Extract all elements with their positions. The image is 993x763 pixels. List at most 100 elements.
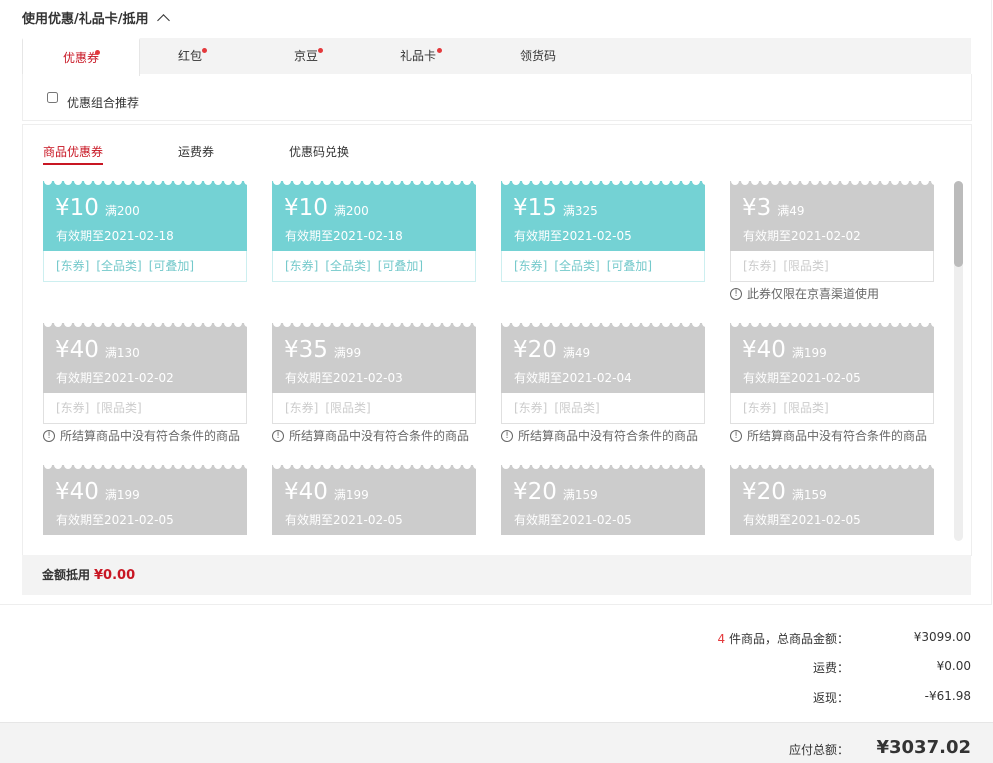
coupon-amount-line: ¥10 满200 bbox=[55, 195, 140, 224]
coupon-expiry: 有效期至2021-02-18 bbox=[285, 229, 403, 243]
ticket-edge-icon bbox=[273, 465, 476, 469]
coupon-tag: [东券] bbox=[743, 401, 777, 415]
coupon-face: ¥35 满99 有效期至2021-02-03 bbox=[272, 323, 476, 393]
tab-label: 红包 bbox=[177, 49, 202, 63]
goods-count-text: 4 件商品，总商品金额： bbox=[718, 630, 849, 647]
coupon-face: ¥3 满49 有效期至2021-02-02 bbox=[730, 181, 934, 251]
coupon-tip-text: 此券仅限在京喜渠道使用 bbox=[747, 287, 880, 301]
subtab-code-redeem[interactable]: 优惠码兑换 bbox=[289, 143, 349, 163]
tab-pickup-code[interactable]: 领货码 bbox=[486, 38, 590, 74]
coupon-condition: 满199 bbox=[104, 488, 140, 502]
coupon-amount: ¥35 bbox=[284, 337, 328, 363]
coupon-tag: [全品类] bbox=[554, 259, 600, 273]
shipping-amount: ¥0.00 bbox=[936, 659, 971, 673]
ticket-edge-icon bbox=[44, 465, 247, 469]
coupon-tags: [东券] [限品类] bbox=[730, 251, 934, 282]
coupon-expiry: 有效期至2021-02-05 bbox=[56, 513, 174, 527]
coupon-panel: 使用优惠/礼品卡/抵用 优惠券 红包 京豆 礼品卡 领货码 优惠组合推荐 商品优… bbox=[0, 0, 992, 605]
coupon-amount-line: ¥15 满325 bbox=[513, 195, 598, 224]
summary-shipping-row: 运费： ¥0.00 bbox=[611, 659, 971, 679]
tab-bar: 优惠券 红包 京豆 礼品卡 领货码 bbox=[22, 38, 971, 76]
coupon-amount-line: ¥10 满200 bbox=[284, 195, 369, 224]
coupon-card: ¥20 满159 有效期至2021-02-05 bbox=[501, 465, 705, 535]
combo-recommend-label: 优惠组合推荐 bbox=[67, 96, 140, 110]
coupon-amount: ¥40 bbox=[55, 479, 99, 505]
coupon-face: ¥40 满199 有效期至2021-02-05 bbox=[272, 465, 476, 535]
amount-deduction-bar: 金额抵用 ¥0.00 bbox=[22, 555, 971, 595]
goods-count-label: 件商品，总商品金额： bbox=[728, 632, 849, 646]
coupon-amount: ¥20 bbox=[513, 479, 557, 505]
tab-label: 礼品卡 bbox=[399, 49, 436, 63]
coupon-condition: 满49 bbox=[777, 204, 805, 218]
coupon-condition: 满200 bbox=[333, 204, 369, 218]
coupon-amount: ¥15 bbox=[513, 195, 557, 221]
tab-red-packets[interactable]: 红包 bbox=[138, 38, 242, 74]
coupon-condition: 满159 bbox=[562, 488, 598, 502]
ticket-edge-icon bbox=[502, 323, 705, 327]
summary-rebate-row: 返现： -¥61.98 bbox=[611, 689, 971, 709]
subtab-product-coupons[interactable]: 商品优惠券 bbox=[43, 143, 104, 165]
coupon-tag: [东券] bbox=[285, 259, 319, 273]
coupon-amount: ¥40 bbox=[284, 479, 328, 505]
tab-coupons[interactable]: 优惠券 bbox=[22, 38, 140, 76]
ticket-edge-icon bbox=[502, 465, 705, 469]
coupon-condition: 满200 bbox=[104, 204, 140, 218]
coupon-condition: 满325 bbox=[562, 204, 598, 218]
deduct-value: ¥0.00 bbox=[94, 568, 136, 583]
coupon-amount: ¥10 bbox=[284, 195, 328, 221]
coupon-face: ¥20 满159 有效期至2021-02-05 bbox=[501, 465, 705, 535]
info-icon: ! bbox=[43, 429, 55, 442]
summary-goods-row: 4 件商品，总商品金额： ¥3099.00 bbox=[611, 630, 971, 650]
coupon-expiry: 有效期至2021-02-04 bbox=[514, 371, 632, 385]
ticket-edge-icon bbox=[731, 465, 934, 469]
coupon-condition: 满199 bbox=[333, 488, 369, 502]
coupon-expiry: 有效期至2021-02-05 bbox=[743, 513, 861, 527]
coupon-expiry: 有效期至2021-02-03 bbox=[285, 371, 403, 385]
coupon-tag: [东券] bbox=[56, 401, 90, 415]
scrollbar-thumb[interactable] bbox=[954, 181, 963, 267]
tab-jingdou[interactable]: 京豆 bbox=[254, 38, 358, 74]
tab-label: 优惠券 bbox=[62, 51, 99, 65]
coupon-card: ¥40 满199 有效期至2021-02-05 bbox=[272, 465, 476, 535]
coupon-card: ¥40 满130 有效期至2021-02-02 [东券] [限品类]! 所结算商品中没有符… bbox=[43, 323, 247, 444]
coupon-tip-text: 所结算商品中没有符合条件的商品 bbox=[60, 429, 241, 443]
notice-dot-icon bbox=[95, 50, 100, 55]
coupon-tag: [可叠加] bbox=[606, 259, 653, 273]
info-icon: ! bbox=[272, 429, 284, 442]
coupon-card: ¥20 满159 有效期至2021-02-05 bbox=[730, 465, 934, 535]
coupon-tag: [限品类] bbox=[96, 401, 142, 415]
section-title[interactable]: 使用优惠/礼品卡/抵用 bbox=[22, 8, 170, 27]
coupon-amount: ¥10 bbox=[55, 195, 99, 221]
notice-dot-icon bbox=[318, 48, 323, 53]
coupon-card: ¥40 满199 有效期至2021-02-05 [东券] [限品类]! 所结算商品中没有符… bbox=[730, 323, 934, 444]
coupon-amount: ¥40 bbox=[55, 337, 99, 363]
coupon-tags: [东券] [限品类] bbox=[43, 393, 247, 424]
notice-dot-icon bbox=[437, 48, 442, 53]
chevron-up-icon[interactable] bbox=[156, 13, 170, 27]
coupon-card: ¥3 满49 有效期至2021-02-02 [东券] [限品类]! 此券仅限在京喜渠道使用 bbox=[730, 181, 934, 302]
coupon-tag: [限品类] bbox=[783, 401, 829, 415]
coupon-tag: [可叠加] bbox=[377, 259, 424, 273]
combo-recommend-checkbox[interactable] bbox=[47, 92, 58, 103]
notice-dot-icon bbox=[202, 48, 207, 53]
coupon-amount-line: ¥40 满130 bbox=[55, 337, 140, 366]
coupon-tag: [全品类] bbox=[325, 259, 371, 273]
coupon-card[interactable]: ¥10 满200 有效期至2021-02-18 [东券] [全品类] [可叠加] bbox=[272, 181, 476, 282]
coupon-tag: [东券] bbox=[514, 401, 548, 415]
coupon-tags: [东券] [限品类] bbox=[501, 393, 705, 424]
tab-gift-card[interactable]: 礼品卡 bbox=[366, 38, 470, 74]
total-bar: 应付总额： ¥3037.02 bbox=[0, 722, 993, 763]
coupon-card[interactable]: ¥10 满200 有效期至2021-02-18 [东券] [全品类] [可叠加] bbox=[43, 181, 247, 282]
deduct-label: 金额抵用 bbox=[42, 568, 91, 582]
ticket-edge-icon bbox=[731, 323, 934, 327]
coupon-tags: [东券] [限品类] bbox=[272, 393, 476, 424]
coupon-card[interactable]: ¥15 满325 有效期至2021-02-05 [东券] [全品类] [可叠加] bbox=[501, 181, 705, 282]
subtab-shipping-coupons[interactable]: 运费券 bbox=[178, 143, 214, 163]
coupon-tags: [东券] [全品类] [可叠加] bbox=[501, 251, 705, 282]
ticket-edge-icon bbox=[273, 181, 476, 185]
coupon-condition: 满99 bbox=[333, 346, 362, 360]
coupon-amount-line: ¥20 满159 bbox=[742, 479, 827, 508]
coupon-amount: ¥20 bbox=[742, 479, 786, 505]
total-label: 应付总额： bbox=[788, 743, 849, 757]
coupon-tag: [限品类] bbox=[325, 401, 371, 415]
